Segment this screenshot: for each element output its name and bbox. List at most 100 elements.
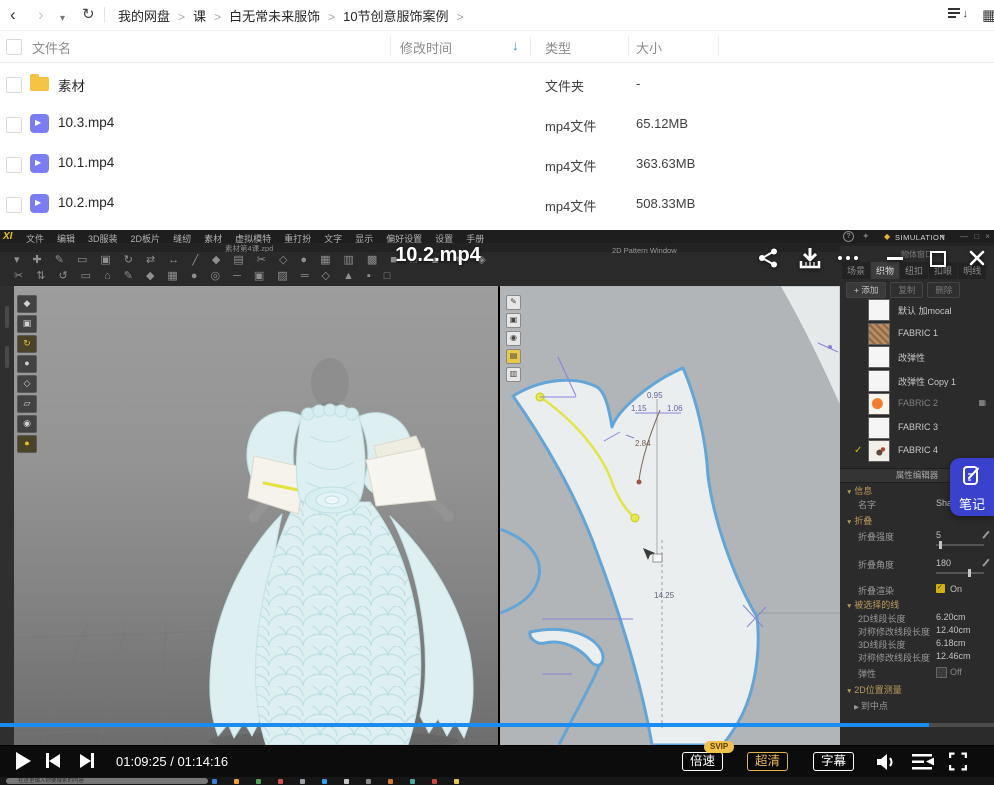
measurement-284: 2.84: [635, 439, 651, 448]
md-object-tabs: 场景织物纽扣扣眼明线: [842, 262, 986, 279]
video-player: XI 文件编辑3D服装2D板片缝纫素材虚拟模特重打扮文字显示偏好设置设置手册 ?…: [0, 230, 994, 785]
close-button[interactable]: [968, 249, 986, 267]
note-pen-icon: [961, 465, 983, 487]
minimize-button[interactable]: [887, 257, 903, 260]
fabric-label: FABRIC 4: [898, 445, 938, 455]
md-tool-icon: ◇: [279, 254, 287, 267]
toolbar-divider: [104, 7, 105, 23]
md-3d-tool-button: ↻: [17, 335, 37, 353]
md-tool-icon: ▦: [167, 270, 177, 283]
time-display: 01:09:25 / 01:14:16: [116, 754, 228, 769]
playlist-icon[interactable]: [910, 751, 936, 772]
share-icon[interactable]: [757, 247, 779, 269]
md-elastic-value: Off: [950, 667, 962, 677]
md-object-tab: 纽扣: [900, 262, 928, 279]
md-tool-icon: ▭: [81, 270, 91, 283]
measurement-1425: 14.25: [654, 591, 675, 600]
md-fold-render-value: On: [950, 584, 962, 594]
download-icon[interactable]: [798, 246, 822, 270]
md-tool-icon: ▾: [14, 254, 20, 267]
grid-view-icon[interactable]: ▦: [982, 6, 994, 24]
seek-bar[interactable]: [0, 723, 994, 727]
notes-button[interactable]: 笔记: [950, 458, 994, 516]
row-checkbox[interactable]: [6, 197, 22, 213]
md-tool-icon: ↺: [58, 270, 67, 283]
md-tool-icon: ▭: [77, 254, 87, 267]
checkbox-on-icon: [936, 584, 945, 593]
md-tool-icon: ◆: [146, 270, 154, 283]
play-button[interactable]: [16, 752, 31, 770]
md-object-tab: 场景: [842, 262, 870, 279]
notes-label: 笔记: [950, 494, 994, 513]
md-tool-icon: ═: [301, 270, 309, 283]
taskbar-app-icon: [344, 779, 349, 784]
fabric-swatch: [868, 440, 890, 462]
taskbar-app-icons: [212, 779, 459, 784]
md-fabric-list-button: 复制: [890, 282, 923, 298]
md-2d-pattern-window: 0.95 1.15 1.06 2.84 14.25 ✎▣◉▤▥: [500, 286, 840, 745]
md-fabric-row: FABRIC 2 ▦: [840, 392, 994, 416]
md-fabric-row: FABRIC 1: [840, 322, 994, 346]
column-name[interactable]: 文件名: [32, 38, 71, 57]
md-fold-render-label: 折叠渲染: [858, 584, 894, 597]
line-row-label: 对称修改线段长度: [858, 625, 930, 638]
select-all-checkbox[interactable]: [6, 39, 22, 55]
refresh-icon[interactable]: ↻: [82, 3, 95, 27]
md-fabric-row: FABRIC 3: [840, 416, 994, 440]
md-tool-icon: ✎: [55, 254, 64, 267]
file-row[interactable]: 素材 文件夹 -: [0, 64, 994, 104]
file-type: mp4文件: [545, 156, 596, 175]
md-tool-icon: ●: [191, 270, 198, 283]
md-2d-tool-column: ✎▣◉▤▥: [506, 295, 522, 385]
checkbox-off-icon: [936, 667, 947, 678]
breadcrumb-item[interactable]: 课>: [193, 6, 229, 25]
volume-icon[interactable]: [874, 751, 898, 773]
row-checkbox[interactable]: [6, 157, 22, 173]
md-fold-strength-value: 5: [936, 530, 941, 540]
back-button[interactable]: ‹: [10, 3, 16, 27]
file-row[interactable]: 10.2.mp4 mp4文件 508.33MB: [0, 184, 994, 224]
more-options-icon[interactable]: [838, 256, 858, 260]
md-section-info: 信息: [846, 484, 872, 497]
file-size: 363.63MB: [636, 156, 695, 171]
md-tool-icon: ▦: [320, 254, 330, 267]
column-type[interactable]: 类型: [545, 38, 571, 57]
forward-button[interactable]: ›: [38, 3, 44, 27]
sort-arrow-icon[interactable]: ↓: [512, 38, 519, 53]
fabric-swatch: [868, 346, 890, 368]
md-tool-icon: ✂: [257, 254, 266, 267]
column-modified[interactable]: 修改时间: [400, 38, 452, 57]
md-tool-icon: □: [384, 270, 391, 283]
speed-button[interactable]: 倍速: [682, 752, 723, 771]
breadcrumb: 我的网盘>课>白无常未来服饰>10节创意服饰案例>: [118, 0, 472, 30]
column-size[interactable]: 大小: [636, 38, 662, 57]
sort-menu-icon[interactable]: ↓: [948, 8, 970, 22]
md-section-selected-line: 被选择的线: [846, 598, 899, 611]
fabric-label: 改弹性: [898, 351, 925, 364]
breadcrumb-item[interactable]: 我的网盘>: [118, 6, 193, 25]
md-3d-tool-button: ▱: [17, 395, 37, 413]
md-fold-angle-label: 折叠角度: [858, 558, 894, 571]
fabric-label: FABRIC 2: [898, 398, 938, 408]
breadcrumb-item[interactable]: 白无常未来服饰>: [229, 6, 343, 25]
md-tool-icon: ▤: [233, 254, 243, 267]
md-line-rows: 2D线段长度 6.20cm 对称修改线段长度 12.40cm 3D线段长度 6.…: [840, 612, 994, 664]
next-button[interactable]: [80, 753, 94, 768]
subtitle-button[interactable]: 字幕: [813, 752, 854, 771]
previous-button[interactable]: [46, 753, 60, 768]
md-fabric-list-button: 删除: [927, 282, 960, 298]
file-type-icon: [30, 114, 49, 133]
row-checkbox[interactable]: [6, 77, 22, 93]
drive-toolbar: ‹ › ▾ ↻ 我的网盘>课>白无常未来服饰>10节创意服饰案例> ↓ ▦: [0, 0, 994, 31]
file-row[interactable]: 10.1.mp4 mp4文件 363.63MB: [0, 144, 994, 184]
breadcrumb-item[interactable]: 10节创意服饰案例>: [343, 6, 471, 25]
history-dropdown-icon[interactable]: ▾: [60, 7, 65, 31]
file-type-icon: [30, 154, 49, 173]
md-window-controls: — □ ×: [960, 232, 992, 241]
quality-button[interactable]: 超清: [747, 752, 788, 771]
row-checkbox[interactable]: [6, 117, 22, 133]
md-tool-icon: ↔: [168, 254, 179, 267]
maximize-button[interactable]: [930, 251, 946, 267]
fullscreen-icon[interactable]: [946, 751, 970, 772]
file-row[interactable]: 10.3.mp4 mp4文件 65.12MB: [0, 104, 994, 144]
